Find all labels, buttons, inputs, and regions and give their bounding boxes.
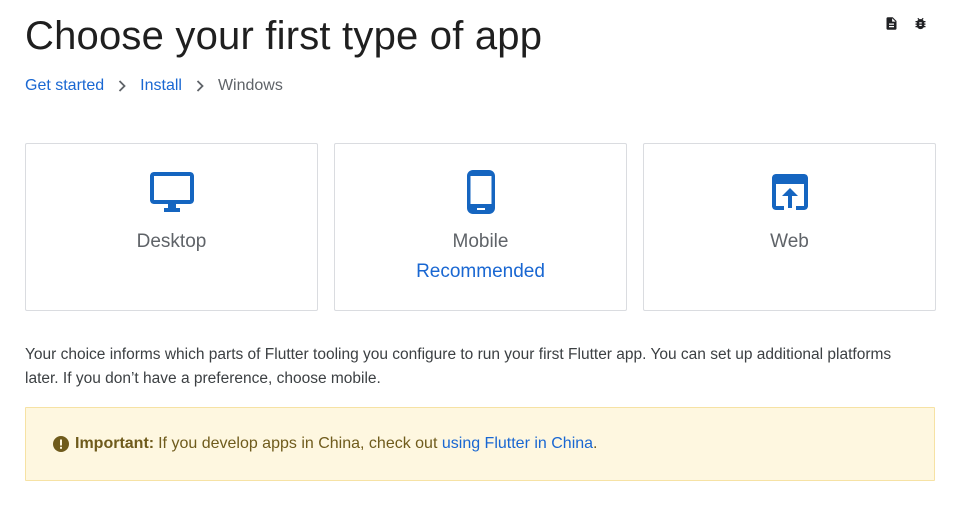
callout-suffix: . [593,435,598,452]
chevron-right-icon [119,80,126,92]
description-text: Your choice informs which parts of Flutt… [25,346,892,387]
card-label: Mobile [452,231,509,252]
callout-text: If you develop apps in China, check out [158,435,438,452]
page-title: Choose your first type of app [25,14,543,58]
desktop-icon [149,172,194,212]
card-mobile[interactable]: Mobile Recommended [334,143,627,311]
callout-heading: Important: [75,435,155,452]
card-web[interactable]: Web [643,143,936,311]
web-icon [771,174,808,210]
page: Choose your first type of app Get starte… [0,0,959,510]
important-callout: Important: If you develop apps in China,… [25,407,935,481]
chevron-right-icon [196,80,204,92]
breadcrumb-windows: Windows [217,77,283,94]
bug-icon[interactable] [913,16,928,31]
breadcrumb-install[interactable]: Install [140,77,182,95]
app-type-cards: Desktop Mobile Recommended Web [25,143,936,311]
page-actions [884,16,928,31]
card-label: Desktop [136,231,207,252]
card-desktop[interactable]: Desktop [25,143,318,311]
mobile-icon [466,170,495,214]
recommended-label: Recommended [416,261,545,282]
china-link[interactable]: using Flutter in China [442,435,593,453]
card-label: Web [770,231,809,252]
important-icon [53,436,69,452]
breadcrumb: Get started Install Windows [25,77,283,95]
breadcrumb-get-started[interactable]: Get started [25,77,104,95]
document-icon[interactable] [884,16,899,31]
